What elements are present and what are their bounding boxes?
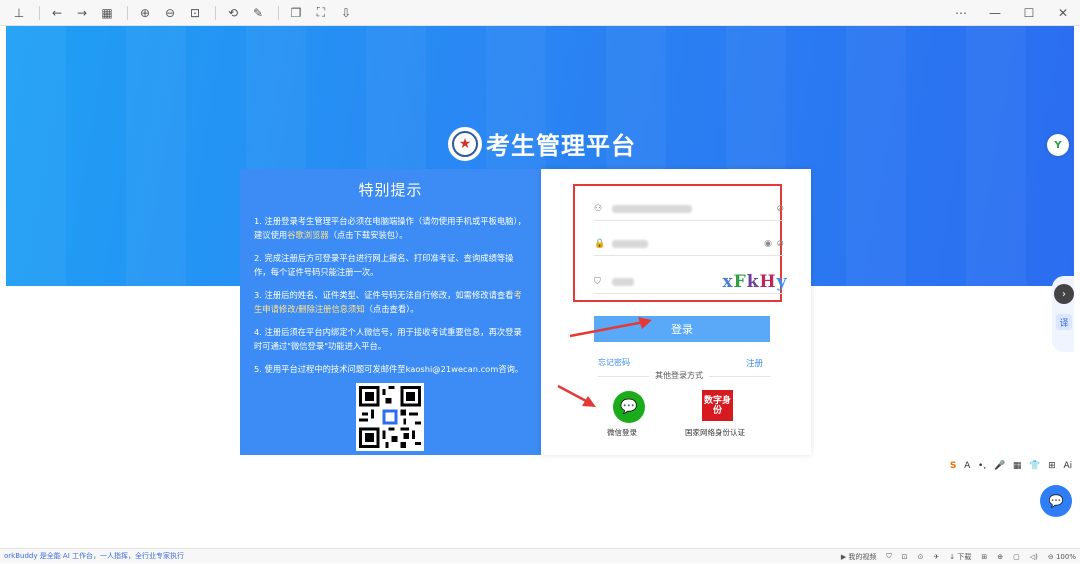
clear-icon[interactable]: ⊘ (776, 204, 784, 214)
captcha-char: y (776, 272, 788, 292)
maximize-icon[interactable]: ☐ (1018, 2, 1040, 24)
rotate-icon[interactable]: ⟲ (222, 2, 244, 24)
qr-code (356, 383, 424, 451)
notice-item-3: 3. 注册后的姓名、证件类型、证件号码无法自行修改，如需修改请查看考生申请修改/… (254, 288, 527, 316)
send-icon[interactable]: ✈ (933, 553, 939, 561)
minimize-icon[interactable]: — (984, 2, 1006, 24)
ime-item[interactable]: •, (978, 461, 986, 471)
record-icon[interactable]: ⊙ (918, 553, 924, 561)
captcha-field[interactable]: ⛉ xFkHy (594, 270, 787, 294)
grid-icon[interactable]: ⊞ (1048, 461, 1056, 471)
zoom-level[interactable]: ⊖ 100% (1048, 553, 1076, 561)
fit-icon[interactable]: ⊡ (184, 2, 206, 24)
network-icon[interactable]: ⊕ (997, 553, 1003, 561)
translate-button[interactable]: 译 (1056, 314, 1072, 330)
site-logo-icon: ★ (448, 126, 482, 161)
qr-code-graphic (359, 386, 421, 448)
status-promo-text[interactable]: orkBuddy 是全能 AI 工作台，一人指挥，全行业专家执行 (4, 551, 184, 561)
back-icon[interactable]: ← (46, 2, 68, 24)
page-viewport: ★ 考生管理平台 特别提示 1. 注册登录考生管理平台必须在电脑端操作（请勿使用… (6, 26, 1074, 548)
pin-icon[interactable]: ⊥ (8, 2, 30, 24)
wechat-login-label: 微信登录 (607, 428, 637, 437)
skin-icon[interactable]: 👕 (1029, 461, 1040, 471)
toolbar-separator (127, 5, 128, 20)
status-right-group: ▶ 我的视频 ⛉ ⊡ ⊙ ✈ ↓ 下载 ⊞ ⊕ ▢ ◁) ⊖ 100% (831, 549, 1076, 564)
keyboard-icon[interactable]: ▦ (1013, 461, 1022, 471)
site-header: ★ 考生管理平台 (448, 126, 636, 161)
toolbar-separator (278, 5, 279, 20)
shield-icon: ⛉ (594, 276, 601, 287)
mic-icon[interactable]: 🎤 (994, 461, 1005, 471)
forward-icon[interactable]: → (71, 2, 93, 24)
notice-text: 3. 注册后的姓名、证件类型、证件号码无法自行修改，如需修改请查看 (254, 290, 514, 300)
notice-text: （点击查看）。 (364, 304, 419, 314)
side-toolbar: › 译 (1052, 276, 1074, 352)
status-bar: orkBuddy 是全能 AI 工作台，一人指挥，全行业专家执行 ▶ 我的视频 … (0, 548, 1080, 563)
user-icon: ⚇ (594, 203, 603, 214)
other-login-label: 其他登录方式 (649, 370, 709, 381)
register-link[interactable]: 注册 (746, 357, 763, 369)
password-value-blurred (612, 239, 648, 248)
ime-item[interactable]: A (964, 461, 970, 471)
zoom-in-icon[interactable]: ⊕ (134, 2, 156, 24)
toolbar-separator (215, 5, 216, 20)
notice-text: （点击下载安装包）。 (328, 230, 408, 240)
lock-icon: 🔒 (594, 238, 606, 249)
sogou-icon[interactable]: S (950, 461, 956, 471)
more-icon[interactable]: ⋯ (950, 2, 972, 24)
assistant-y-icon[interactable]: Y (1047, 134, 1069, 156)
chrome-download-link[interactable]: 谷歌浏览器 (287, 230, 329, 240)
captcha-image[interactable]: xFkHy (722, 271, 787, 293)
captcha-char: x (722, 272, 734, 292)
shield-status-icon[interactable]: ⛉ (886, 552, 891, 561)
toolbar-separator (39, 5, 40, 20)
notice-text: 2. 完成注册后方可登录平台进行网上报名、打印准考证、查询成绩等操作，每个证件号… (254, 253, 514, 277)
notice-item-1: 1. 注册登录考生管理平台必须在电脑端操作（请勿使用手机或平板电脑），建议使用谷… (254, 214, 527, 242)
notice-item-2: 2. 完成注册后方可登录平台进行网上报名、打印准考证、查询成绩等操作，每个证件号… (254, 251, 527, 279)
screenshot-icon[interactable]: ⛶ (310, 2, 332, 24)
captcha-value-blurred (612, 277, 634, 286)
ime-toolbar: S A •, 🎤 ▦ 👕 ⊞ Ai (946, 458, 1076, 474)
captcha-char: H (759, 272, 777, 292)
expand-arrow-icon[interactable]: › (1054, 284, 1074, 304)
clear-icon[interactable]: ⊘ (776, 239, 784, 249)
forgot-password-link[interactable]: 忘记密码 (598, 357, 630, 368)
wechat-login-icon[interactable]: 💬 (613, 391, 645, 423)
red-arrow-annotation (557, 384, 596, 407)
screen-icon[interactable]: ⊡ (902, 553, 908, 561)
close-icon[interactable]: ✕ (1052, 2, 1074, 24)
grid-icon[interactable]: ▦ (96, 2, 118, 24)
notice-text: 5. 使用平台过程中的技术问题可发邮件至kaoshi@21wecan.com咨询… (254, 364, 524, 374)
notice-item-4: 4. 注册后须在平台内绑定个人微信号，用于接收考试重要信息，再次登录时可通过"微… (254, 325, 527, 353)
username-value-blurred (612, 204, 692, 213)
captcha-char: k (746, 272, 760, 292)
notice-title: 特别提示 (358, 181, 423, 199)
notice-text: 4. 注册后须在平台内绑定个人微信号，用于接收考试重要信息，再次登录时可通过"微… (254, 327, 522, 351)
captcha-char: F (733, 272, 747, 292)
chat-support-icon[interactable]: 💬 (1040, 485, 1072, 517)
copy-icon[interactable]: ❐ (285, 2, 307, 24)
red-arrow-annotation (569, 317, 652, 338)
eye-icon[interactable]: ◉ (764, 239, 772, 249)
site-title: 考生管理平台 (486, 132, 636, 160)
apps-icon[interactable]: ⊞ (981, 553, 987, 561)
download-icon[interactable]: ⇩ (335, 2, 357, 24)
notice-item-5: 5. 使用平台过程中的技术问题可发邮件至kaoshi@21wecan.com咨询… (254, 362, 527, 376)
window-controls: ⋯ — ☐ ✕ (938, 0, 1074, 26)
zoom-out-icon[interactable]: ⊖ (159, 2, 181, 24)
my-videos-button[interactable]: ▶ 我的视频 (841, 552, 877, 562)
volume-icon[interactable]: ◁) (1030, 553, 1038, 561)
edit-icon[interactable]: ✎ (247, 2, 269, 24)
login-panel: ⚇ ⊘ 🔒 ◉ ⊘ ⛉ xFkHy 登录 忘记密码 注册 其他登录方式 💬 微信… (541, 169, 811, 455)
national-id-login-icon[interactable]: 数字身份 (702, 390, 733, 421)
logo-star-icon: ★ (452, 130, 478, 157)
ai-icon[interactable]: Ai (1063, 461, 1072, 471)
window-icon[interactable]: ▢ (1013, 553, 1020, 561)
notice-panel: 特别提示 1. 注册登录考生管理平台必须在电脑端操作（请勿使用手机或平板电脑），… (240, 169, 541, 455)
downloads-button[interactable]: ↓ 下载 (949, 552, 971, 562)
username-field[interactable]: ⚇ ⊘ (594, 197, 784, 221)
national-id-login-label: 国家网络身份认证 (685, 428, 745, 437)
password-field[interactable]: 🔒 ◉ ⊘ (594, 232, 784, 256)
viewer-toolbar: ⊥ ← → ▦ ⊕ ⊖ ⊡ ⟲ ✎ ❐ ⛶ ⇩ ⋯ — ☐ ✕ (0, 0, 1080, 26)
